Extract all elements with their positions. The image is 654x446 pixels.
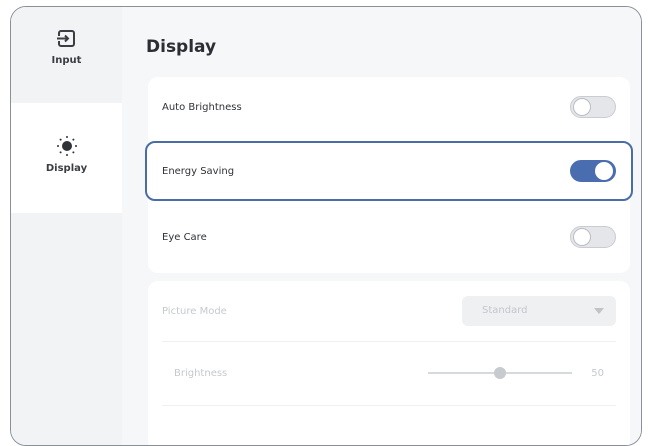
picture-mode-value: Standard [482,305,528,316]
brightness-icon [56,135,78,157]
brightness-slider-handle [494,367,506,379]
sidebar: Input Display [11,7,122,445]
auto-brightness-toggle[interactable] [570,96,616,118]
settings-content: Display Auto Brightness Energy Saving Ey… [122,7,641,445]
energy-saving-toggle[interactable] [570,160,616,182]
sidebar-item-input[interactable]: Input [11,7,122,103]
energy-saving-label: Energy Saving [162,165,235,177]
chevron-down-icon [594,308,604,314]
picture-mode-label: Picture Mode [162,305,227,317]
page-title: Display [146,37,217,57]
energy-saving-row[interactable]: Energy Saving [145,141,633,201]
eye-care-toggle[interactable] [570,226,616,248]
brightness-label: Brightness [174,367,228,379]
auto-brightness-label: Auto Brightness [162,101,242,113]
brightness-value: 50 [591,367,604,379]
divider [162,341,616,342]
input-icon [55,29,78,49]
picture-mode-select: Standard [462,296,616,326]
picture-settings-card: Picture Mode Standard Brightness 50 [148,281,630,445]
settings-window: Input Display Display Auto Brightness En… [10,6,642,446]
eye-care-row[interactable]: Eye Care [148,207,630,267]
sidebar-item-label: Input [51,55,82,66]
picture-mode-row: Picture Mode Standard [148,281,630,341]
eye-care-label: Eye Care [162,231,207,243]
sidebar-item-display[interactable]: Display [11,103,122,213]
divider [162,405,616,406]
auto-brightness-row[interactable]: Auto Brightness [148,77,630,137]
brightness-row: Brightness 50 [148,343,630,403]
sidebar-item-label: Display [45,163,88,174]
toggle-settings-card: Auto Brightness Energy Saving Eye Care [145,77,633,273]
